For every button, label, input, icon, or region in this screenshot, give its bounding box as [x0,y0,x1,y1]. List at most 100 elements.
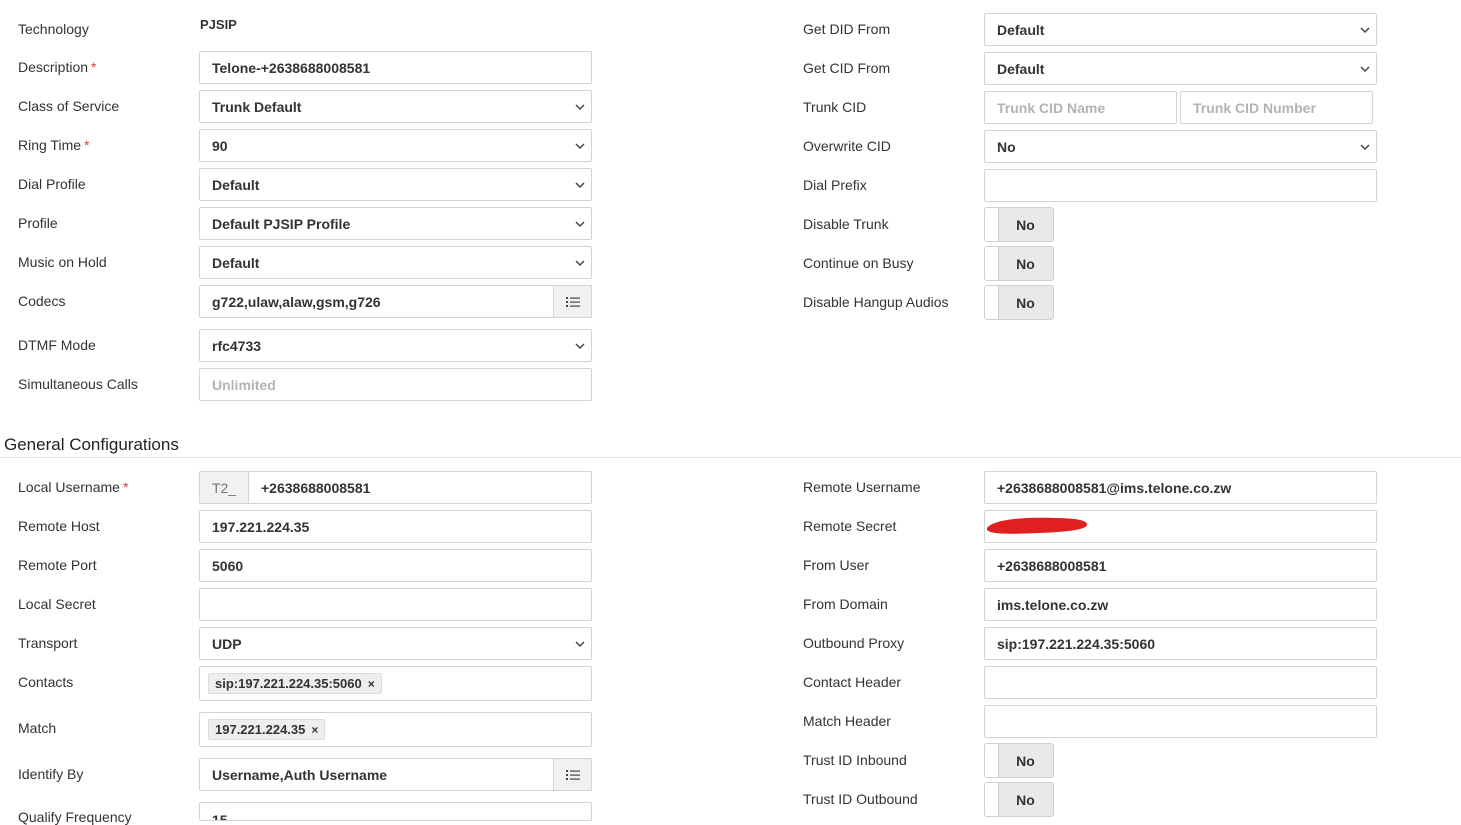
label-get-did-from: Get DID From [803,21,891,37]
remote-username-input[interactable]: +2638688008581@ims.telone.co.zw [984,471,1377,504]
label-qualify-frequency: Qualify Frequency [18,809,132,825]
label-dial-prefix: Dial Prefix [803,177,867,193]
remote-port-input[interactable]: 5060 [199,549,592,582]
dtmf-mode-select[interactable]: rfc4733 [199,329,592,362]
chevron-down-icon [1360,66,1370,73]
label-contact-header: Contact Header [803,674,902,690]
required-asterisk: * [84,137,90,153]
list-icon [565,296,580,307]
local-username-input[interactable]: +2638688008581 [248,471,592,504]
label-ring-time: Ring Time * [18,137,90,153]
toggle-knob [985,783,999,816]
music-on-hold-select[interactable]: Default [199,246,592,279]
ring-time-select[interactable]: 90 [199,129,592,162]
list-icon [565,769,580,780]
chevron-down-icon [1360,144,1370,151]
label-disable-hangup-audios: Disable Hangup Audios [803,294,949,310]
toggle-knob [985,208,999,241]
label-trust-id-inbound: Trust ID Inbound [803,752,907,768]
label-remote-username: Remote Username [803,479,921,495]
disable-trunk-toggle[interactable]: No [984,207,1054,242]
codecs-input[interactable]: g722,ulaw,alaw,gsm,g726 [199,285,554,318]
technology-value: PJSIP [200,17,237,32]
label-local-username: Local Username * [18,479,129,495]
qualify-frequency-input[interactable]: 15 [199,802,592,821]
profile-select[interactable]: Default PJSIP Profile [199,207,592,240]
match-tag-input[interactable]: 197.221.224.35 × [199,712,592,747]
trunk-cid-number-input[interactable]: Trunk CID Number [1180,91,1373,124]
toggle-value: No [1016,216,1035,233]
chevron-down-icon [575,641,585,648]
label-remote-secret: Remote Secret [803,518,897,534]
label-identify-by: Identify By [18,766,84,782]
continue-on-busy-toggle[interactable]: No [984,246,1054,281]
dial-prefix-input[interactable] [984,169,1377,202]
disable-hangup-audios-toggle[interactable]: No [984,285,1054,320]
chevron-down-icon [1360,27,1370,34]
label-profile: Profile [18,215,58,231]
trunk-cid-name-input[interactable]: Trunk CID Name [984,91,1177,124]
toggle-knob [985,286,999,319]
toggle-value: No [1016,294,1035,311]
overwrite-cid-select[interactable]: No [984,130,1377,163]
label-remote-port: Remote Port [18,557,97,573]
label-match-header: Match Header [803,713,891,729]
contact-header-input[interactable] [984,666,1377,699]
label-from-user: From User [803,557,870,573]
required-asterisk: * [122,479,129,495]
toggle-value: No [1016,752,1035,769]
local-username-prefix: T2_ [199,471,249,504]
label-local-secret: Local Secret [18,596,96,612]
label-disable-trunk: Disable Trunk [803,216,889,232]
tag-remove-icon[interactable]: × [368,677,375,691]
toggle-knob [985,744,999,777]
label-trust-id-outbound: Trust ID Outbound [803,791,918,807]
identify-by-input[interactable]: Username,Auth Username [199,758,554,791]
remote-host-input[interactable]: 197.221.224.35 [199,510,592,543]
contacts-tag-input[interactable]: sip:197.221.224.35:5060 × [199,666,592,701]
from-user-input[interactable]: +2638688008581 [984,549,1377,582]
required-asterisk: * [91,59,97,75]
description-input[interactable]: Telone-+2638688008581 [199,51,592,84]
label-match: Match [18,720,57,736]
tag-remove-icon[interactable]: × [311,723,318,737]
label-contacts: Contacts [18,674,74,690]
label-technology: Technology [18,21,89,37]
section-title-general: General Configurations [4,435,179,454]
local-secret-input[interactable] [199,588,592,621]
dial-profile-select[interactable]: Default [199,168,592,201]
transport-select[interactable]: UDP [199,627,592,660]
label-simultaneous-calls: Simultaneous Calls [18,376,138,392]
label-music-on-hold: Music on Hold [18,254,107,270]
label-overwrite-cid: Overwrite CID [803,138,891,154]
class-of-service-select[interactable]: Trunk Default [199,90,592,123]
label-trunk-cid: Trunk CID [803,99,867,115]
label-transport: Transport [18,635,78,651]
identify-by-list-button[interactable] [553,758,592,791]
simultaneous-calls-input[interactable]: Unlimited [199,368,592,401]
get-did-from-select[interactable]: Default [984,13,1377,46]
redaction-mark [987,517,1088,534]
get-cid-from-select[interactable]: Default [984,52,1377,85]
chevron-down-icon [575,104,585,111]
label-dtmf-mode: DTMF Mode [18,337,96,353]
label-description: Description * [18,59,97,75]
label-dial-profile: Dial Profile [18,176,86,192]
trust-id-outbound-toggle[interactable]: No [984,782,1054,817]
chevron-down-icon [575,143,585,150]
chevron-down-icon [575,343,585,350]
outbound-proxy-input[interactable]: sip:197.221.224.35:5060 [984,627,1377,660]
label-get-cid-from: Get CID From [803,60,891,76]
contact-tag: sip:197.221.224.35:5060 × [208,673,382,694]
toggle-value: No [1016,791,1035,808]
from-domain-input[interactable]: ims.telone.co.zw [984,588,1377,621]
codecs-list-button[interactable] [553,285,592,318]
match-header-input[interactable] [984,705,1377,738]
label-class-of-service: Class of Service [18,98,120,114]
toggle-value: No [1016,255,1035,272]
section-divider [0,457,1461,458]
trust-id-inbound-toggle[interactable]: No [984,743,1054,778]
label-from-domain: From Domain [803,596,888,612]
chevron-down-icon [575,260,585,267]
chevron-down-icon [575,182,585,189]
